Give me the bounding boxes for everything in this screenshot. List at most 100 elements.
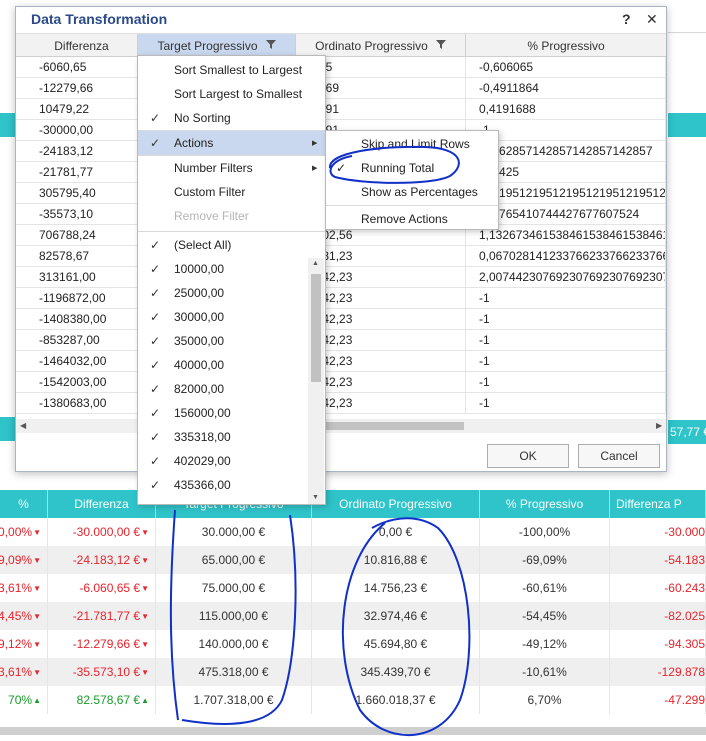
submenu-item-show-as-percentages[interactable]: Show as Percentages (326, 180, 498, 204)
column-header-ordinato-progressivo[interactable]: Ordinato Progressivo (296, 34, 466, 57)
table-cell: -24183,12 (26, 141, 138, 161)
table-cell: -1 (466, 393, 666, 413)
ok-button[interactable]: OK (487, 444, 569, 468)
table-cell-pct: 0,00% ▼ (0, 518, 48, 546)
select-all-checkbox[interactable]: ✓ (Select All) (138, 233, 308, 257)
cancel-button[interactable]: Cancel (578, 444, 660, 468)
table-row: -12279,6659,69-0,4911864 (16, 78, 666, 99)
filter-value-checkbox[interactable]: ✓ 402029,00 (138, 449, 308, 473)
checkmark-icon: ✓ (150, 111, 161, 125)
horizontal-scrollbar[interactable]: ◀ ▶ (16, 419, 666, 433)
bottom-horizontal-scrollbar[interactable] (0, 727, 706, 735)
table-row: 4,45% ▼ -21.781,77 € ▼ 115.000,00 €32.974,46… (0, 602, 706, 630)
filter-value-checkbox[interactable]: ✓ 10000,00 (138, 257, 308, 281)
cell-value: 32.974,46 € (363, 609, 428, 623)
filter-value-label: 156000,00 (174, 406, 231, 420)
table-cell-prog: -100,00% (480, 518, 610, 546)
cell-value: 3,61% (0, 665, 33, 679)
scroll-up-icon[interactable]: ▲ (312, 260, 319, 267)
filter-value-checkbox[interactable]: ✓ 156000,00 (138, 401, 308, 425)
trend-down-icon: ▼ (33, 555, 41, 565)
table-cell-pct: 3,61% ▼ (0, 658, 48, 686)
menu-item-actions[interactable]: ✓ Actions ▶ (138, 131, 325, 155)
trend-down-icon: ▼ (33, 639, 41, 649)
column-header-pct-progressivo[interactable]: % Progressivo (466, 34, 666, 57)
submenu-item-skip-and-limit-rows[interactable]: Skip and Limit Rows (326, 132, 498, 156)
table-cell-prog: -10,61% (480, 658, 610, 686)
table-cell-target: 30.000,00 € (156, 518, 312, 546)
submenu-item-remove-actions[interactable]: Remove Actions (326, 207, 498, 231)
menu-item-sort-smallest-to-largest[interactable]: Sort Smallest to Largest (138, 58, 325, 82)
filter-value-checkbox[interactable]: ✓ 335318,00 (138, 425, 308, 449)
submenu-item-running-total[interactable]: ✓ Running Total (326, 156, 498, 180)
menu-item-custom-filter[interactable]: Custom Filter (138, 180, 325, 204)
cell-value: -54,45% (522, 609, 567, 623)
checkmark-icon: ✓ (150, 406, 161, 420)
filter-value-checkbox[interactable]: ✓ 30000,00 (138, 305, 308, 329)
actions-submenu: Skip and Limit Rows ✓ Running Total Show as… (325, 130, 499, 230)
table-cell-diffp: -129.878 (610, 658, 706, 686)
menu-item-no-sorting[interactable]: ✓ No Sorting (138, 106, 325, 130)
filter-values-scrollbar[interactable]: ▲ ▼ (308, 258, 324, 504)
table-cell: -1 (466, 330, 666, 350)
table-cell: -6060,65 (26, 57, 138, 77)
table-cell: -1196872,00 (26, 288, 138, 308)
cell-value: 1.660.018,37 € (355, 693, 436, 707)
help-icon[interactable]: ? (622, 11, 631, 27)
checkmark-icon: ✓ (150, 136, 161, 150)
checkmark-icon: ✓ (150, 454, 161, 468)
filter-value-checkbox[interactable]: ✓ 35000,00 (138, 329, 308, 353)
filter-value-checkbox[interactable]: ✓ 40000,00 (138, 353, 308, 377)
filter-value-checkbox[interactable]: ✓ 435366,00 (138, 473, 308, 497)
table-row: 70% ▲ 82.578,67 € ▲ 1.707.318,00 €1.660.018,… (0, 686, 706, 714)
column-header-differenza-p[interactable]: Differenza P (610, 490, 706, 518)
menu-item-number-filters[interactable]: Number Filters ▶ (138, 156, 325, 180)
menu-item-remove-filter: Remove Filter (138, 204, 325, 228)
column-header-target-progressivo[interactable]: Target Progressivo (138, 34, 296, 57)
menu-item-label: No Sorting (174, 111, 231, 125)
submenu-item-label: Skip and Limit Rows (361, 137, 470, 151)
filter-icon[interactable] (435, 39, 446, 52)
filter-value-checkbox[interactable]: ✓ 469330,00 (138, 497, 308, 504)
column-header-pct[interactable]: % (0, 490, 48, 518)
table-cell: 706788,24 (26, 225, 138, 245)
table-cell-diffp: -60.243 (610, 574, 706, 602)
table-row: -853287,00 8242,23 -1 (16, 330, 666, 351)
column-header-ordinato-progressivo[interactable]: Ordinato Progressivo (312, 490, 480, 518)
filter-icon[interactable] (265, 39, 276, 52)
table-cell: 82578,67 (26, 246, 138, 266)
menu-item-sort-largest-to-smallest[interactable]: Sort Largest to Smallest (138, 82, 325, 106)
scroll-down-icon[interactable]: ▼ (312, 494, 319, 501)
column-header-differenza[interactable]: Differenza (26, 34, 138, 57)
cell-value: -94.305 (664, 637, 705, 651)
checkmark-icon: ✓ (150, 502, 164, 504)
trend-down-icon: ▼ (141, 555, 149, 565)
filter-value-label: 82000,00 (174, 382, 225, 396)
table-cell: -1542003,00 (26, 372, 138, 392)
table-cell-diff: -21.781,77 € ▼ (48, 602, 156, 630)
table-cell-ordinato: 14.756,23 € (312, 574, 480, 602)
filter-value-label: (Select All) (174, 238, 232, 252)
column-header-pct-progressivo[interactable]: % Progressivo (480, 490, 610, 518)
trend-down-icon: ▼ (33, 667, 41, 677)
filter-value-checkbox[interactable]: ✓ 82000,00 (138, 377, 308, 401)
scroll-left-icon[interactable]: ◀ (20, 421, 26, 430)
table-cell: 10479,22 (26, 99, 138, 119)
filter-value-label: 435366,00 (174, 478, 231, 492)
cell-value: -129.878 (657, 665, 705, 679)
table-cell-pct: 4,45% ▼ (0, 602, 48, 630)
table-cell: -35573,10 (26, 204, 138, 224)
table-row: 3,61% ▼ -35.573,10 € ▼ 475.318,00 €345.439,7… (0, 658, 706, 686)
cell-value: -12.279,66 € (72, 637, 141, 651)
cell-value: 30.000,00 € (201, 525, 266, 539)
menu-item-label: Number Filters (174, 161, 253, 175)
data-transformation-dialog: Data Transformation ? ✕ Differenza Targe… (15, 6, 667, 472)
close-icon[interactable]: ✕ (646, 11, 658, 28)
scrollbar-thumb[interactable] (311, 274, 321, 382)
table-cell-diffp: -94.305 (610, 630, 706, 658)
cell-value: -49,12% (522, 637, 567, 651)
scroll-right-icon[interactable]: ▶ (656, 421, 662, 430)
filter-value-checkbox[interactable]: ✓ 25000,00 (138, 281, 308, 305)
table-cell: -1 (466, 372, 666, 392)
cell-value: 0,00% (0, 525, 33, 539)
